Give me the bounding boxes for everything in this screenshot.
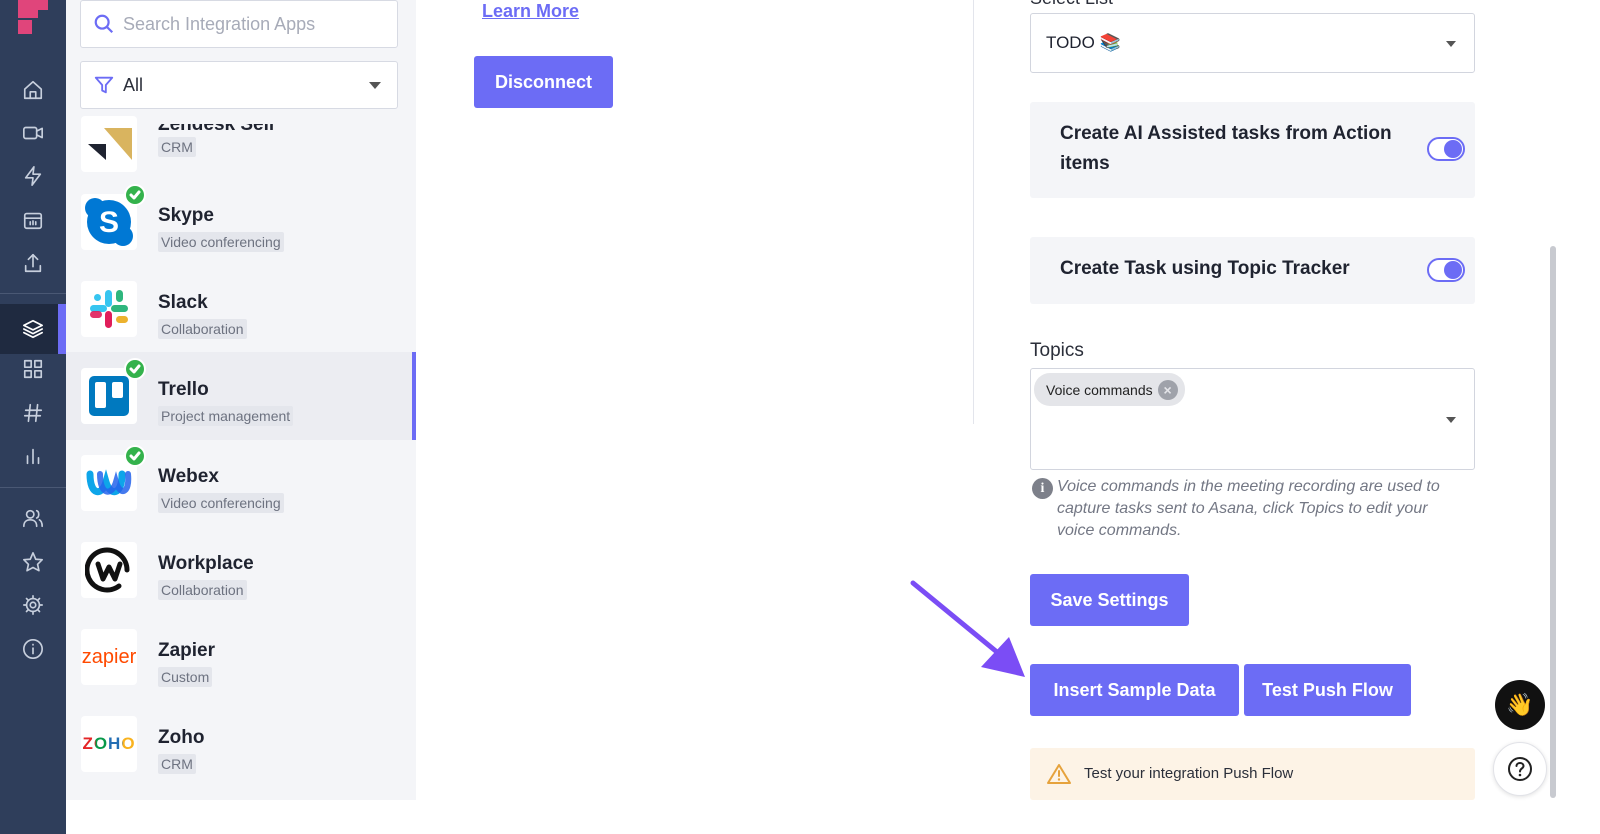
learn-more-link[interactable]: Learn More [482, 1, 579, 22]
svg-text:S: S [99, 206, 119, 239]
app-item-skype[interactable]: S Skype Video conferencing [66, 178, 416, 266]
calendar-icon[interactable] [18, 205, 48, 235]
rail-divider [0, 293, 66, 294]
app-category: CRM [158, 754, 196, 774]
ai-tasks-label: Create AI Assisted tasks from Action ite… [1060, 123, 1392, 174]
app-name: Zapier [158, 640, 216, 661]
rail-divider [0, 487, 66, 488]
warning-icon [1047, 764, 1071, 784]
question-circle-icon [1508, 757, 1532, 781]
zapier-logo-text: zapier [81, 645, 137, 668]
zendesk-sell-logo-icon [81, 116, 137, 172]
app-item-webex[interactable]: Webex Video conferencing [66, 439, 416, 527]
insert-sample-data-button[interactable]: Insert Sample Data [1030, 664, 1239, 716]
remove-chip-icon[interactable]: × [1157, 380, 1178, 400]
connected-check-icon [124, 445, 146, 467]
zapier-logo-icon: zapier [81, 629, 137, 685]
chevron-down-icon [1446, 41, 1456, 47]
select-list-dropdown[interactable]: TODO 📚 [1030, 13, 1475, 73]
topics-label: Topics [1030, 340, 1084, 361]
push-flow-notice: Test your integration Push Flow [1030, 748, 1475, 800]
app-name: Skype [158, 205, 214, 226]
topic-tracker-card: Create Task using Topic Tracker [1030, 237, 1475, 304]
ai-tasks-toggle[interactable] [1427, 137, 1465, 161]
app-name: Zendesk Sell [158, 114, 275, 135]
app-name: Webex [158, 466, 219, 487]
chevron-down-icon [369, 82, 381, 89]
app-category: Video conferencing [158, 493, 284, 513]
test-push-flow-button[interactable]: Test Push Flow [1244, 664, 1411, 716]
app-category: Project management [158, 406, 294, 426]
info-circle-icon: i [1032, 478, 1053, 499]
bolt-icon[interactable] [18, 161, 48, 191]
funnel-icon [94, 76, 114, 94]
app-item-trello[interactable]: Trello Project management [66, 352, 416, 440]
chevron-down-icon [1446, 417, 1456, 423]
app-item-zendesk-sell[interactable]: Zendesk Sell CRM [66, 100, 416, 188]
app-item-workplace[interactable]: Workplace Collaboration [66, 526, 416, 614]
grid-icon[interactable] [18, 354, 48, 384]
info-icon[interactable] [18, 634, 48, 664]
annotation-arrow-icon [910, 580, 1025, 677]
bar-chart-icon[interactable] [18, 441, 48, 471]
select-list-value: TODO 📚 [1046, 33, 1121, 52]
help-button[interactable] [1493, 742, 1547, 796]
select-list-label: Select List [1030, 0, 1113, 9]
app-name: Workplace [158, 553, 254, 574]
layers-icon[interactable] [18, 314, 48, 344]
app-category: CRM [158, 137, 196, 157]
app-name: Slack [158, 292, 208, 313]
home-icon[interactable] [18, 75, 48, 105]
wave-chat-button[interactable]: 👋 [1495, 680, 1545, 730]
column-divider [973, 0, 974, 424]
wave-hand-icon: 👋 [1506, 692, 1534, 717]
users-icon[interactable] [18, 503, 48, 533]
notice-text: Test your integration Push Flow [1084, 765, 1294, 782]
workplace-logo-icon [81, 542, 137, 598]
zoho-logo-text: ZOHO [82, 734, 136, 753]
search-apps-input[interactable] [123, 13, 383, 35]
app-item-slack[interactable]: Slack Collaboration [66, 265, 416, 353]
topics-multiselect[interactable]: Voice commands × [1030, 368, 1475, 470]
disconnect-button[interactable]: Disconnect [474, 56, 613, 108]
app-name: Trello [158, 379, 209, 400]
app-category: Video conferencing [158, 232, 284, 252]
app-name: Zoho [158, 727, 205, 748]
rail-active-indicator [58, 304, 66, 354]
topic-chip: Voice commands × [1034, 373, 1185, 406]
connected-check-icon [124, 184, 146, 206]
topics-help-text: Voice commands in the meeting recording … [1057, 478, 1440, 539]
topic-tracker-label: Create Task using Topic Tracker [1060, 258, 1350, 279]
hashtag-icon[interactable] [18, 398, 48, 428]
filter-value: All [123, 74, 144, 95]
topic-tracker-toggle[interactable] [1427, 258, 1465, 282]
topic-chip-label: Voice commands [1046, 381, 1153, 398]
integration-apps-panel: All Zendesk Sell CRM S Skype Video confe… [66, 0, 416, 800]
search-icon [94, 14, 114, 34]
search-apps-box[interactable] [80, 0, 398, 48]
selected-indicator [412, 352, 416, 440]
scrollbar-thumb[interactable] [1550, 246, 1556, 798]
app-category: Collaboration [158, 580, 247, 600]
connected-check-icon [124, 358, 146, 380]
star-icon[interactable] [18, 547, 48, 577]
app-item-zapier[interactable]: zapier Zapier Custom [66, 613, 416, 701]
app-item-zoho[interactable]: ZOHO Zoho CRM [66, 700, 416, 788]
gear-icon[interactable] [18, 590, 48, 620]
ai-tasks-card: Create AI Assisted tasks from Action ite… [1030, 102, 1475, 198]
upload-icon[interactable] [18, 248, 48, 278]
app-category: Custom [158, 667, 213, 687]
app-category: Collaboration [158, 319, 247, 339]
zoho-logo-icon: ZOHO [81, 716, 137, 772]
brand-logo-icon[interactable] [14, 0, 52, 34]
save-settings-button[interactable]: Save Settings [1030, 574, 1189, 626]
slack-logo-icon [81, 281, 137, 337]
video-icon[interactable] [18, 118, 48, 148]
